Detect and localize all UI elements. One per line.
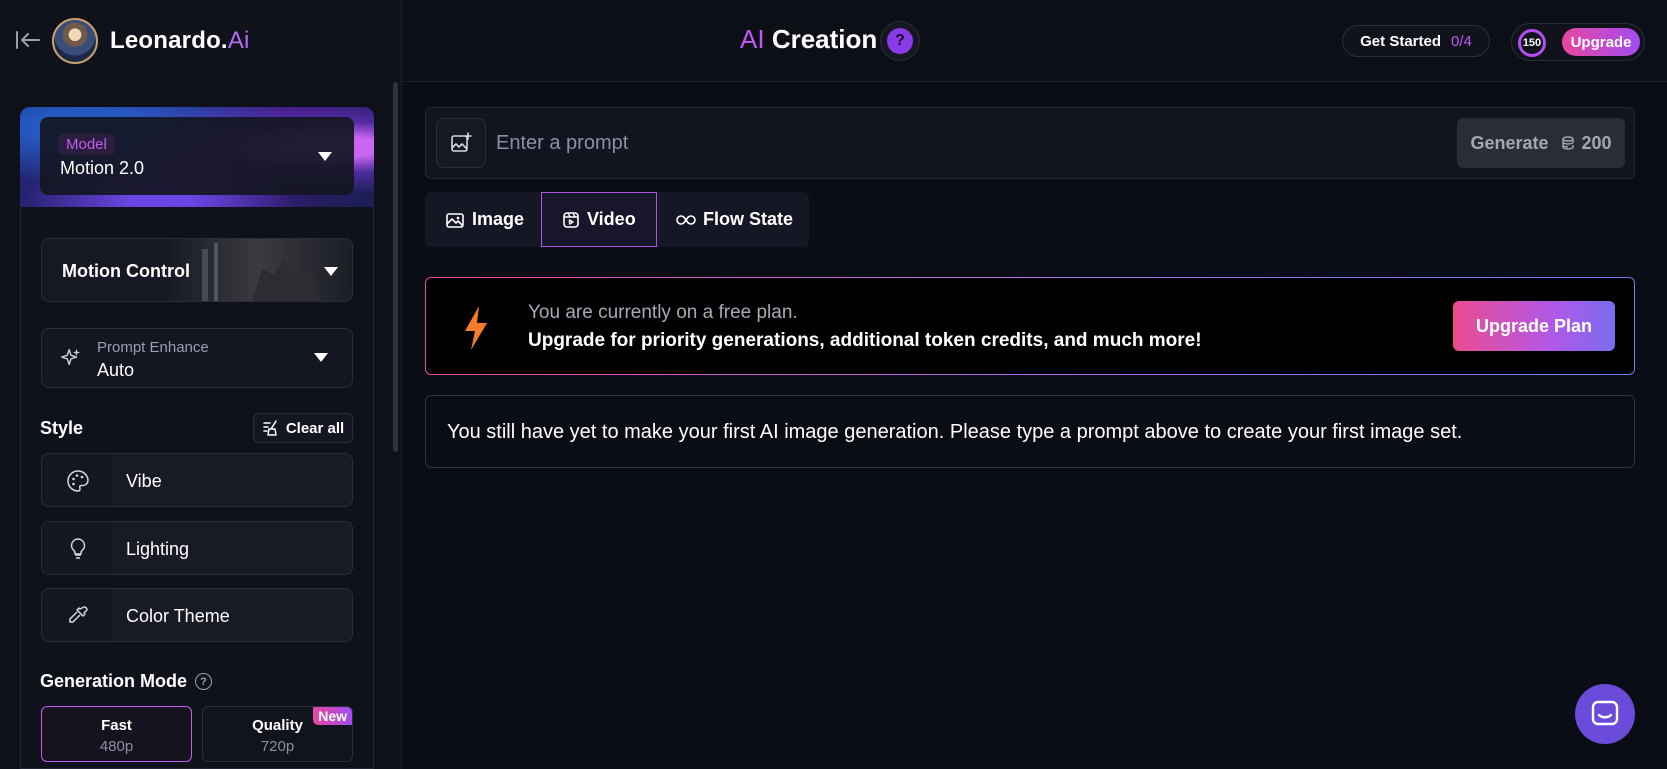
help-icon: ?: [887, 28, 913, 54]
upgrade-plan-button[interactable]: Upgrade Plan: [1453, 301, 1615, 351]
style-item-color-theme[interactable]: Color Theme: [41, 588, 353, 642]
new-badge: New: [313, 707, 352, 725]
motion-thumbnail: [202, 243, 322, 301]
bolt-icon: [465, 306, 487, 350]
chat-support-button[interactable]: [1575, 684, 1635, 744]
get-started-label: Get Started: [1360, 32, 1441, 50]
image-icon: [446, 212, 464, 228]
motion-control-label: Motion Control: [62, 261, 190, 281]
generation-mode-label: Generation Mode: [40, 671, 188, 691]
model-tag: Model: [58, 134, 115, 155]
prompt-bar: Generate 200: [425, 107, 1635, 179]
mode-title: Fast: [101, 717, 132, 734]
tab-video[interactable]: Video: [541, 192, 657, 247]
clear-all-button[interactable]: Clear all: [253, 413, 353, 443]
style-item-lighting[interactable]: Lighting: [41, 521, 353, 575]
banner-line-1: You are currently on a free plan.: [528, 302, 798, 323]
tab-flow-state[interactable]: Flow State: [676, 192, 793, 247]
get-started-button[interactable]: Get Started 0/4: [1342, 25, 1490, 57]
coins-icon: [1561, 136, 1574, 150]
style-item-vibe[interactable]: Vibe: [41, 453, 353, 507]
prompt-enhance-value: Auto: [97, 360, 135, 380]
generation-mode-heading: Generation Mode ?: [40, 671, 213, 692]
banner-line-2: Upgrade for priority generations, additi…: [528, 330, 1202, 351]
chat-icon: [1591, 700, 1619, 726]
broom-icon: [263, 420, 277, 436]
help-button[interactable]: ?: [880, 21, 920, 61]
generate-cost-value: 200: [1581, 132, 1612, 153]
token-count-badge[interactable]: 150: [1518, 29, 1546, 57]
get-started-progress: 0/4: [1451, 32, 1472, 50]
generate-label: Generate: [1470, 132, 1549, 153]
generate-button[interactable]: Generate 200: [1457, 118, 1625, 168]
style-item-label: Color Theme: [126, 606, 230, 626]
style-item-label: Lighting: [126, 539, 190, 559]
sparkle-icon: [61, 348, 81, 366]
tab-image[interactable]: Image: [445, 192, 524, 247]
collapse-sidebar-icon[interactable]: [14, 28, 42, 52]
empty-state-text: You still have yet to make your first AI…: [447, 421, 1463, 443]
sidebar-scrollbar[interactable]: [393, 82, 398, 452]
brand-suffix: Ai: [227, 27, 250, 54]
info-icon[interactable]: ?: [195, 673, 213, 690]
empty-state-message: You still have yet to make your first AI…: [425, 395, 1635, 468]
tab-label: Video: [587, 209, 636, 229]
page-title: AI Creation: [740, 24, 877, 55]
video-icon: [563, 211, 579, 228]
model-value: Motion 2.0: [60, 158, 145, 178]
model-select[interactable]: Model Motion 2.0: [40, 117, 354, 195]
tab-label: Image: [472, 209, 525, 229]
prompt-input[interactable]: [496, 120, 1396, 166]
clear-all-label: Clear all: [285, 419, 345, 437]
prompt-enhance-label: Prompt Enhance: [97, 339, 209, 356]
upgrade-button[interactable]: Upgrade: [1562, 28, 1640, 56]
logo-avatar[interactable]: [52, 18, 98, 64]
brand-name-text: Leonardo.: [110, 27, 228, 54]
page-title-main: Creation: [771, 24, 878, 54]
chevron-down-icon: [324, 267, 338, 276]
eyedropper-icon: [69, 606, 88, 623]
infinity-icon: [676, 214, 696, 225]
lightbulb-icon: [70, 538, 86, 559]
chevron-down-icon: [314, 353, 328, 362]
mode-subtitle: 480p: [99, 738, 134, 755]
mode-fast-button[interactable]: Fast 480p: [41, 706, 192, 762]
style-item-label: Vibe: [126, 471, 162, 491]
page-title-prefix: AI: [740, 24, 765, 54]
add-image-icon: [451, 132, 472, 152]
style-heading: Style: [40, 418, 84, 438]
palette-icon: [67, 470, 89, 492]
motion-control-select[interactable]: Motion Control: [41, 238, 353, 302]
tab-label: Flow State: [703, 209, 794, 229]
chevron-down-icon: [318, 152, 332, 161]
generate-cost: 200: [1561, 133, 1612, 154]
mode-subtitle: 720p: [260, 738, 295, 755]
prompt-enhance-select[interactable]: Prompt Enhance Auto: [41, 328, 353, 388]
token-pill: 150 Upgrade: [1511, 23, 1645, 61]
free-plan-banner: You are currently on a free plan. Upgrad…: [425, 277, 1635, 375]
mode-quality-button[interactable]: New Quality 720p: [202, 706, 353, 762]
mode-tabs: Image Video Flow State: [425, 192, 809, 247]
brand-name[interactable]: Leonardo.Ai: [110, 27, 250, 55]
image-prompt-button[interactable]: [436, 118, 486, 168]
